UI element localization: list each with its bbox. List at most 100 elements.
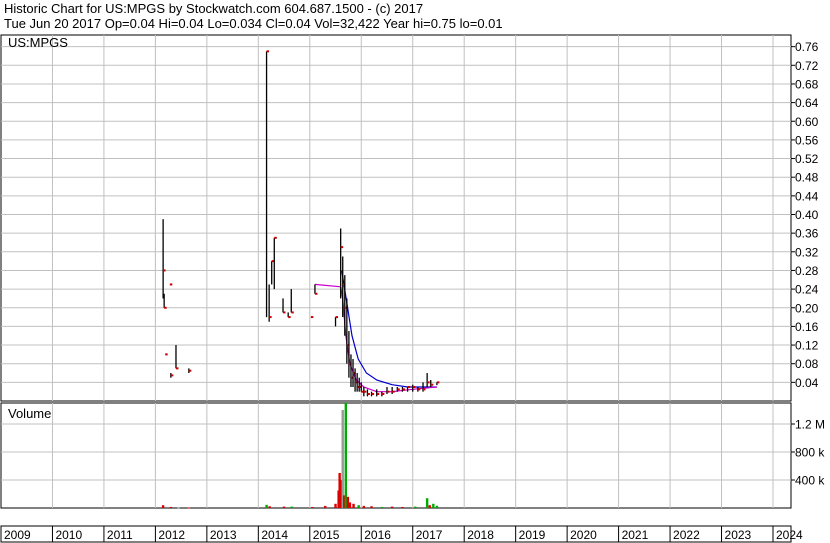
price-y-tick-label: 0.48 xyxy=(795,171,819,185)
price-close-tick xyxy=(427,381,430,384)
price-y-tick-label: 0.04 xyxy=(795,376,819,390)
volume-bar xyxy=(425,498,429,508)
price-close-tick xyxy=(386,390,390,393)
price-close-tick xyxy=(314,292,318,295)
price-close-tick xyxy=(169,283,173,286)
price-close-tick xyxy=(188,369,192,372)
volume-y-tick-label: 400 k xyxy=(795,474,825,488)
volume-plot-frame xyxy=(0,402,792,509)
x-tick-label: 2019 xyxy=(519,528,546,542)
stock-chart: 0.76 0.72 0.68 0.64 0.60 0.56 0.52 0.48 0.44 0.40… xyxy=(0,34,825,543)
price-y-tick-label: 0.32 xyxy=(795,245,819,259)
volume-y-axis: 1.2 M 800 k 400 k xyxy=(791,418,825,488)
price-y-tick-label: 0.52 xyxy=(795,152,819,166)
price-close-tick xyxy=(310,316,314,319)
price-y-tick-label: 0.72 xyxy=(795,59,819,73)
price-close-tick xyxy=(164,306,167,309)
price-close-tick xyxy=(274,236,277,239)
price-y-tick-label: 0.24 xyxy=(795,283,819,297)
x-tick-label: 2018 xyxy=(467,528,494,542)
volume-bar xyxy=(401,506,404,508)
price-close-tick xyxy=(412,386,416,389)
price-y-tick-label: 0.76 xyxy=(795,40,819,54)
price-close-tick xyxy=(363,390,367,393)
price-y-tick-label: 0.36 xyxy=(795,227,819,241)
volume-bar xyxy=(290,506,293,508)
volume-bar xyxy=(432,503,435,508)
price-y-tick-label: 0.60 xyxy=(795,115,819,129)
price-close-tick xyxy=(335,316,339,319)
price-close-tick xyxy=(392,390,395,393)
volume-bar xyxy=(341,410,344,508)
volume-bar xyxy=(435,505,439,508)
price-y-tick-label: 0.40 xyxy=(795,208,819,222)
x-tick-label: 2017 xyxy=(416,528,443,542)
price-close-tick xyxy=(269,316,272,319)
price-close-tick xyxy=(397,388,400,391)
volume-panel: 1.2 M 800 k 400 k Volume xyxy=(0,402,825,509)
price-close-tick xyxy=(340,246,344,249)
price-close-tick xyxy=(165,353,168,356)
volume-bar xyxy=(390,506,394,508)
volume-bar xyxy=(187,507,191,509)
price-close-tick xyxy=(423,388,426,391)
volume-bar xyxy=(324,505,327,508)
price-close-tick xyxy=(371,393,375,396)
x-tick-label: 2009 xyxy=(4,528,31,542)
x-tick-label: 2021 xyxy=(622,528,649,542)
price-close-tick xyxy=(163,269,166,272)
price-close-tick xyxy=(381,393,385,396)
volume-bar xyxy=(348,502,352,508)
price-close-tick xyxy=(436,381,440,384)
price-close-tick xyxy=(417,388,421,391)
price-plot-frame xyxy=(0,34,792,402)
price-panel: 0.76 0.72 0.68 0.64 0.60 0.56 0.52 0.48 0.44 0.40… xyxy=(0,34,819,402)
volume-bar xyxy=(311,506,314,508)
volume-bar xyxy=(370,506,373,508)
volume-bar xyxy=(414,506,417,508)
x-tick-label: 2024 xyxy=(776,528,803,542)
price-y-axis: 0.76 0.72 0.68 0.64 0.60 0.56 0.52 0.48 0.44 0.40… xyxy=(791,40,819,390)
x-tick-label: 2016 xyxy=(364,528,391,542)
price-y-tick-label: 0.64 xyxy=(795,96,819,110)
x-tick-label: 2014 xyxy=(261,528,288,542)
price-y-tick-label: 0.20 xyxy=(795,301,819,315)
price-close-tick xyxy=(175,367,179,370)
volume-bar xyxy=(169,506,173,508)
price-chart-title: US:MPGS xyxy=(8,35,68,50)
x-tick-label: 2011 xyxy=(107,528,133,542)
price-close-tick xyxy=(291,311,294,314)
volume-bar xyxy=(161,505,165,508)
volume-bar xyxy=(380,506,384,508)
price-close-tick xyxy=(283,311,286,314)
volume-bar xyxy=(362,505,366,508)
volume-bar xyxy=(352,503,355,508)
x-tick-label: 2010 xyxy=(55,528,82,542)
price-y-tick-label: 0.28 xyxy=(795,264,819,278)
price-close-tick xyxy=(407,386,411,389)
price-close-tick xyxy=(266,50,270,53)
price-close-tick xyxy=(402,388,405,391)
x-tick-label: 2012 xyxy=(158,528,185,542)
volume-bar xyxy=(265,504,268,508)
x-tick-label: 2013 xyxy=(210,528,237,542)
price-close-tick xyxy=(288,316,291,319)
volume-y-tick-label: 800 k xyxy=(795,446,825,460)
price-y-tick-label: 0.16 xyxy=(795,320,819,334)
volume-y-tick-label: 1.2 M xyxy=(795,418,825,432)
price-y-tick-label: 0.44 xyxy=(795,189,819,203)
x-tick-label: 2020 xyxy=(570,528,597,542)
x-axis-years: 2009 2010 2011 2012 2013 2014 2015 2016 2017 2018… xyxy=(0,525,803,543)
x-tick-label: 2022 xyxy=(673,528,700,542)
price-y-tick-label: 0.12 xyxy=(795,339,819,353)
price-close-tick xyxy=(376,393,380,396)
volume-bar xyxy=(268,506,271,508)
volume-bar xyxy=(344,403,348,508)
volume-bar xyxy=(334,503,337,508)
price-y-tick-label: 0.68 xyxy=(795,77,819,91)
price-y-tick-label: 0.08 xyxy=(795,357,819,371)
volume-bar xyxy=(346,496,350,508)
volume-bar xyxy=(282,506,286,508)
volume-bar xyxy=(428,505,431,508)
volume-bar xyxy=(177,507,180,509)
